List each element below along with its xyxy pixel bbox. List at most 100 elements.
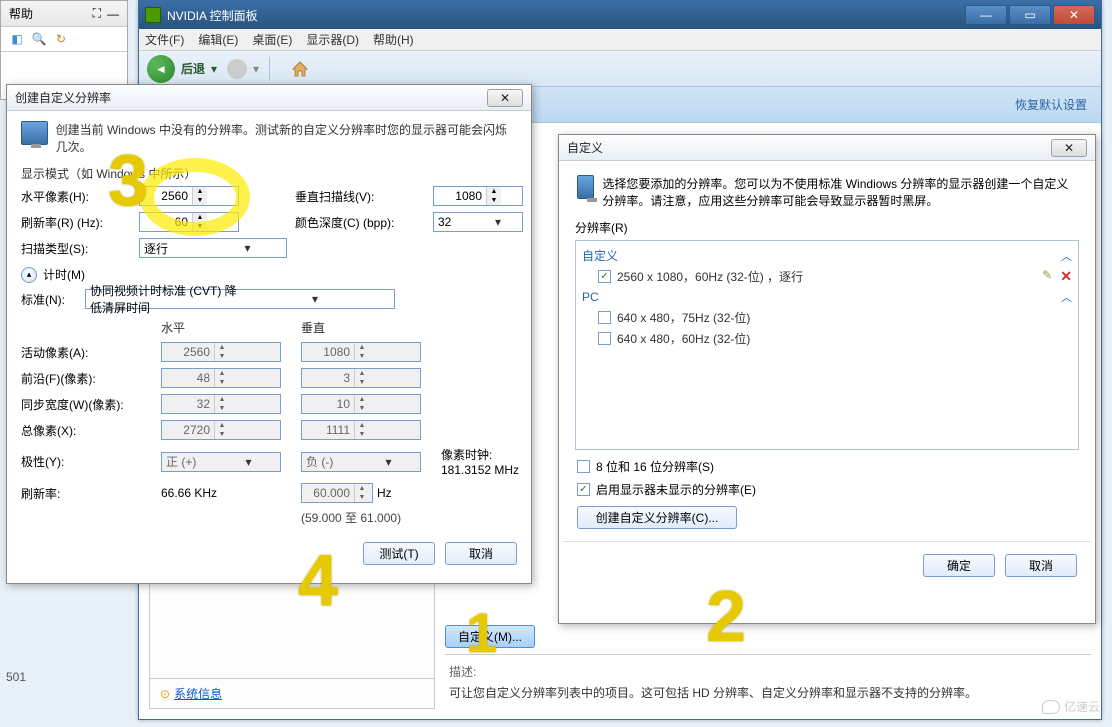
nav-fwd-dropdown-icon[interactable]: ▾ [253, 62, 259, 76]
item-label: 640 x 480，60Hz (32-位) [617, 330, 750, 347]
h-pixels-label: 水平像素(H): [21, 188, 131, 205]
toolbar: ◄ 后退 ▾ ▾ [139, 51, 1101, 87]
menu-file[interactable]: 文件(F) [145, 31, 184, 48]
create-dialog-title: 创建自定义分辨率 [15, 89, 111, 106]
list-item[interactable]: 640 x 480，60Hz (32-位) [582, 328, 1072, 349]
total-h-input: ▲▼ [161, 420, 281, 440]
system-info-link-row: ⊙ 系统信息 [150, 678, 434, 708]
bg-number: 501 [0, 667, 32, 687]
sync-width-label: 同步宽度(W)(像素): [21, 396, 141, 413]
hz-label: Hz [377, 486, 392, 500]
watermark: 亿速云 [1042, 698, 1100, 715]
menu-help[interactable]: 帮助(H) [373, 31, 414, 48]
display-mode-label: 显示模式（如 Windows 中所示） [21, 165, 517, 182]
custom-resolution-dialog: 自定义 ✕ 选择您要添加的分辨率。您可以为不使用标准 Windiows 分辨率的… [558, 134, 1096, 624]
refresh-range: (59.000 至 61.000) [301, 509, 581, 526]
menu-edit[interactable]: 编辑(E) [198, 31, 238, 48]
tool-icon-1[interactable]: ◧ [9, 31, 25, 47]
menu-desktop[interactable]: 桌面(E) [252, 31, 292, 48]
polarity-h-combo: 正 (+)▾ [161, 452, 281, 472]
front-porch-label: 前沿(F)(像素): [21, 370, 141, 387]
nvidia-icon [145, 7, 161, 23]
resolution-list[interactable]: 自定义︿ 2560 x 1080，60Hz (32-位) ，逐行 ✎ ✕ PC︿… [575, 240, 1079, 450]
polarity-label: 极性(Y): [21, 453, 141, 470]
h-pixels-input[interactable]: ▲▼ [139, 186, 239, 206]
restore-defaults-link[interactable]: 恢复默认设置 [1015, 96, 1087, 113]
active-pixels-label: 活动像素(A): [21, 344, 141, 361]
maximize-button[interactable]: ▭ [1009, 5, 1051, 25]
col-horizontal: 水平 [161, 319, 281, 336]
menu-display[interactable]: 显示器(D) [306, 31, 359, 48]
nav-forward-button[interactable] [227, 59, 247, 79]
total-v-input: ▲▼ [301, 420, 421, 440]
bg-help-menu[interactable]: 帮助 [9, 5, 33, 22]
minimize-button[interactable]: — [965, 5, 1007, 25]
edit-icon[interactable]: ✎ [1042, 268, 1052, 285]
checkbox[interactable] [577, 460, 590, 473]
standard-combo[interactable]: 协同视频计时标准 (CVT) 降低清屏时间▾ [85, 289, 395, 309]
refresh2-label: 刷新率: [21, 485, 141, 502]
active-h-input: ▲▼ [161, 342, 281, 362]
timing-label: 计时(M) [43, 266, 85, 283]
opt-8-16-bit[interactable]: 8 位和 16 位分辨率(S) [577, 458, 1077, 475]
create-custom-res-button[interactable]: 创建自定义分辨率(C)... [577, 506, 737, 529]
description-text: 可让您自定义分辨率列表中的项目。这可包括 HD 分辨率、自定义分辨率和显示器不支… [449, 684, 1087, 701]
test-button[interactable]: 测试(T) [363, 542, 435, 565]
list-item[interactable]: 640 x 480，75Hz (32-位) [582, 307, 1072, 328]
tool-icon-3[interactable]: ↻ [53, 31, 69, 47]
bg-toolbar: ◧ 🔍 ↻ [1, 27, 127, 52]
titlebar[interactable]: NVIDIA 控制面板 — ▭ ✕ [139, 1, 1101, 29]
scan-type-combo[interactable]: 逐行▾ [139, 238, 287, 258]
scan-type-label: 扫描类型(S): [21, 240, 131, 257]
total-pixels-label: 总像素(X): [21, 422, 141, 439]
refresh-input[interactable]: ▲▼ [139, 212, 239, 232]
bg-expand-icon[interactable]: ⛶ [93, 6, 101, 21]
customize-button[interactable]: 自定义(M)... [445, 625, 535, 648]
delete-icon[interactable]: ✕ [1060, 268, 1072, 285]
custom-dialog-title: 自定义 [567, 139, 603, 156]
item-label: 640 x 480，75Hz (32-位) [617, 309, 750, 326]
nav-back-dropdown-icon[interactable]: ▾ [211, 62, 217, 76]
create-dialog-titlebar[interactable]: 创建自定义分辨率 ✕ [7, 85, 531, 111]
collapse-icon[interactable]: ︿ [1061, 248, 1072, 264]
menubar: 文件(F) 编辑(E) 桌面(E) 显示器(D) 帮助(H) [139, 29, 1101, 51]
refresh-h-value: 66.66 KHz [161, 486, 281, 500]
nav-back-label: 后退 [181, 60, 205, 77]
refresh-label: 刷新率(R) (Hz): [21, 214, 131, 231]
window-title: NVIDIA 控制面板 [167, 7, 258, 24]
item-label: 2560 x 1080，60Hz (32-位) ，逐行 [617, 268, 803, 285]
custom-dialog-titlebar[interactable]: 自定义 ✕ [559, 135, 1095, 161]
checkbox[interactable] [598, 311, 611, 324]
color-depth-combo[interactable]: 32▾ [433, 212, 523, 232]
bg-minus-icon[interactable]: — [107, 7, 119, 21]
close-button[interactable]: ✕ [1053, 5, 1095, 25]
col-vertical: 垂直 [301, 319, 421, 336]
timing-collapse-toggle[interactable]: ▴ [21, 267, 37, 283]
bg-menu: 帮助 ⛶ — [1, 1, 127, 27]
create-intro-text: 创建当前 Windows 中没有的分辨率。测试新的自定义分辨率时您的显示器可能会… [56, 121, 517, 155]
tool-icon-2[interactable]: 🔍 [31, 31, 47, 47]
create-dialog-close-button[interactable]: ✕ [487, 89, 523, 107]
custom-dialog-close-button[interactable]: ✕ [1051, 139, 1087, 157]
home-button[interactable] [288, 57, 312, 81]
active-v-input: ▲▼ [301, 342, 421, 362]
info-icon: ⊙ [160, 687, 170, 701]
system-info-link[interactable]: 系统信息 [174, 685, 222, 702]
ok-button[interactable]: 确定 [923, 554, 995, 577]
resolution-label: 分辨率(R) [575, 219, 1079, 236]
checkbox[interactable] [577, 483, 590, 496]
nav-back-button[interactable]: ◄ [147, 55, 175, 83]
refresh-v-input: ▲▼ [301, 483, 373, 503]
group-pc[interactable]: PC︿ [582, 289, 1072, 305]
collapse-icon[interactable]: ︿ [1061, 289, 1072, 305]
sync-v-input: ▲▼ [301, 394, 421, 414]
checkbox[interactable] [598, 332, 611, 345]
list-item[interactable]: 2560 x 1080，60Hz (32-位) ，逐行 ✎ ✕ [582, 266, 1072, 287]
sync-h-input: ▲▼ [161, 394, 281, 414]
opt-enable-hidden[interactable]: 启用显示器未显示的分辨率(E) [577, 481, 1077, 498]
custom-cancel-button[interactable]: 取消 [1005, 554, 1077, 577]
checkbox[interactable] [598, 270, 611, 283]
create-cancel-button[interactable]: 取消 [445, 542, 517, 565]
v-lines-input[interactable]: ▲▼ [433, 186, 523, 206]
group-custom[interactable]: 自定义︿ [582, 247, 1072, 264]
